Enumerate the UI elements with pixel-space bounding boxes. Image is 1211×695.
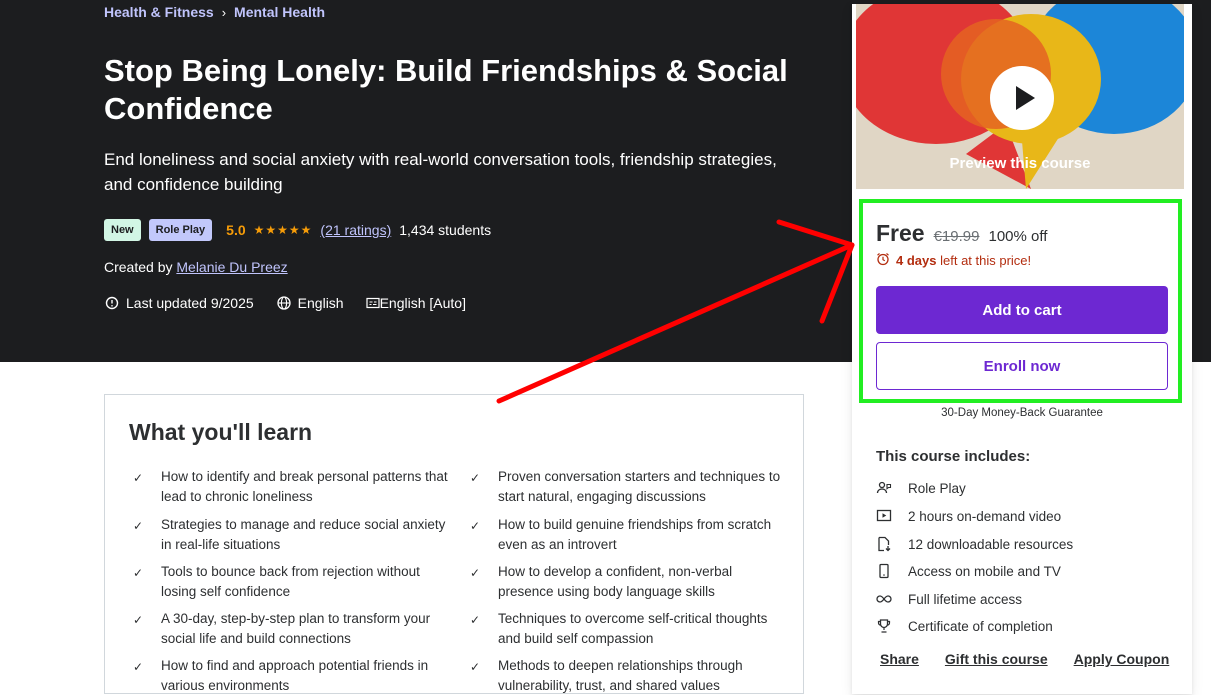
check-icon: ✓: [470, 566, 481, 580]
what-youll-learn-title: What you'll learn: [129, 419, 313, 445]
globe-icon: [276, 295, 292, 311]
check-icon: ✓: [133, 613, 144, 627]
learn-item: A 30-day, step-by-step plan to transform…: [161, 611, 431, 646]
include-item: Certificate of completion: [876, 618, 1053, 634]
money-back-guarantee: 30-Day Money-Back Guarantee: [941, 407, 1103, 419]
gift-course-link[interactable]: Gift this course: [945, 651, 1048, 667]
new-badge: New: [104, 219, 141, 241]
apply-coupon-link[interactable]: Apply Coupon: [1074, 651, 1170, 667]
check-icon: ✓: [470, 471, 481, 485]
role-play-badge: Role Play: [148, 219, 213, 241]
video-icon: [876, 508, 892, 524]
course-title: Stop Being Lonely: Build Friendships & S…: [104, 53, 788, 126]
what-youll-learn-section: What you'll learn ✓ How to identify and …: [104, 394, 804, 694]
share-link[interactable]: Share: [880, 651, 919, 667]
include-label: Role Play: [908, 480, 966, 496]
play-button[interactable]: [990, 66, 1054, 130]
include-item: 2 hours on-demand video: [876, 508, 1061, 524]
created-by: Created by Melanie Du Preez: [104, 259, 288, 275]
learn-item: Methods to deepen relationships through …: [498, 658, 743, 693]
last-updated: Last updated 9/2025: [126, 295, 254, 311]
created-by-label: Created by: [104, 259, 173, 275]
check-icon: ✓: [133, 471, 144, 485]
play-icon: [1016, 86, 1035, 110]
instructor-link[interactable]: Melanie Du Preez: [176, 259, 287, 275]
check-icon: ✓: [470, 519, 481, 533]
include-item: Access on mobile and TV: [876, 563, 1061, 579]
role-play-icon: [876, 480, 892, 496]
students-count: 1,434 students: [399, 222, 492, 238]
learn-item: How to find and approach potential frien…: [161, 658, 429, 693]
chevron-right-icon: ›: [221, 4, 227, 20]
infinity-icon: [876, 591, 892, 607]
learn-item: How to develop a confident, non-verbal p…: [498, 564, 733, 599]
sidebar-links: Share Gift this course Apply Coupon: [880, 651, 1169, 667]
include-label: 2 hours on-demand video: [908, 508, 1062, 524]
rating-row: New Role Play 5.0 ★★★★★ (21 ratings) 1,4…: [104, 219, 491, 241]
file-download-icon: [876, 536, 892, 552]
course-preview-video[interactable]: Preview this course: [856, 4, 1184, 189]
alert-badge-icon: [104, 295, 120, 311]
breadcrumb-item-health-fitness[interactable]: Health & Fitness: [104, 4, 214, 20]
learn-item: How to identify and break personal patte…: [161, 469, 448, 504]
check-icon: ✓: [133, 566, 144, 580]
star-rating-icon: ★★★★★: [253, 223, 313, 237]
learn-item: Tools to bounce back from rejection with…: [161, 564, 420, 599]
check-icon: ✓: [133, 519, 144, 533]
learn-item: How to build genuine friendships from sc…: [498, 517, 772, 552]
ratings-count-link[interactable]: (21 ratings): [320, 222, 391, 238]
check-icon: ✓: [470, 660, 481, 674]
learn-item: Proven conversation starters and techniq…: [498, 469, 781, 504]
learn-item: Strategies to manage and reduce social a…: [161, 517, 446, 552]
check-icon: ✓: [133, 660, 144, 674]
include-item: Role Play: [876, 480, 966, 496]
includes-title: This course includes:: [876, 448, 1031, 465]
trophy-icon: [876, 618, 892, 634]
include-item: Full lifetime access: [876, 591, 1022, 607]
include-label: 12 downloadable resources: [908, 536, 1074, 552]
preview-label: Preview this course: [949, 155, 1091, 172]
learn-item: Techniques to overcome self-critical tho…: [498, 611, 768, 646]
breadcrumb: Health & Fitness › Mental Health: [104, 4, 325, 20]
include-label: Access on mobile and TV: [908, 563, 1061, 579]
breadcrumb-item-mental-health[interactable]: Mental Health: [234, 4, 325, 20]
include-label: Full lifetime access: [908, 591, 1023, 607]
mobile-icon: [876, 563, 892, 579]
green-highlight-box: [859, 199, 1182, 403]
include-label: Certificate of completion: [908, 618, 1053, 634]
course-subtitle: End loneliness and social anxiety with r…: [104, 150, 777, 194]
rating-value: 5.0: [226, 222, 246, 238]
course-captions: English [Auto]: [379, 295, 466, 311]
check-icon: ✓: [470, 613, 481, 627]
include-item: 12 downloadable resources: [876, 536, 1073, 552]
closed-captions-icon: [365, 296, 380, 310]
course-info-row: Last updated 9/2025 English English [Aut…: [104, 295, 466, 311]
course-language: English: [297, 295, 344, 311]
